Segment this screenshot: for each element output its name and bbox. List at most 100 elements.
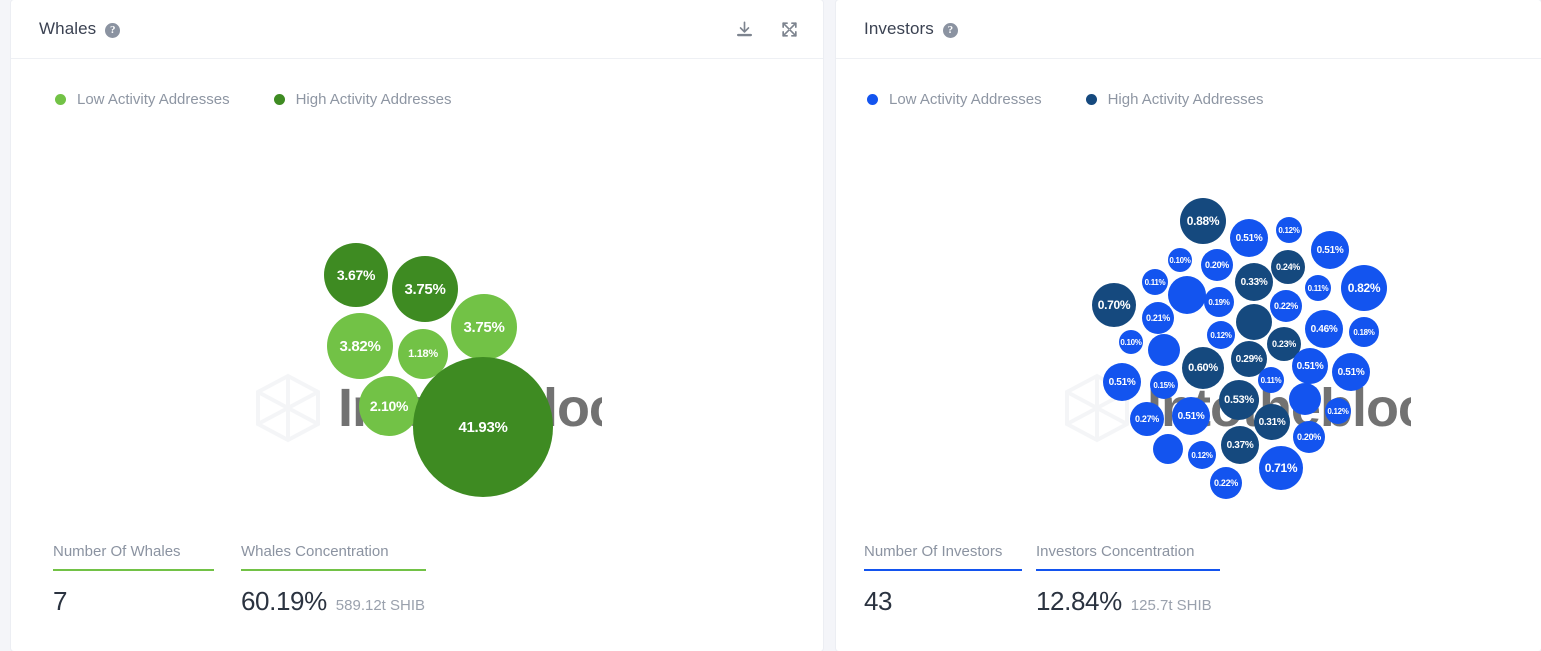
bubble[interactable]: 0.53% xyxy=(1219,380,1259,420)
bubble-label: 0.46% xyxy=(1310,323,1338,335)
bubble-label: 0.31% xyxy=(1258,416,1286,428)
bubble[interactable]: 0.19% xyxy=(1204,287,1234,317)
bubble[interactable]: 0.11% xyxy=(1305,275,1331,301)
bubble[interactable]: 0.21% xyxy=(1142,302,1174,334)
bubble[interactable] xyxy=(1289,383,1321,415)
bubble[interactable]: 0.88% xyxy=(1180,198,1226,244)
bubble-label: 0.11% xyxy=(1260,375,1282,385)
stat-number-of-whales: Number Of Whales 7 xyxy=(53,543,214,617)
bubble-label: 0.82% xyxy=(1347,281,1381,295)
bubble[interactable]: 0.12% xyxy=(1207,321,1235,349)
bubble-label: 0.10% xyxy=(1120,337,1142,347)
bubble[interactable]: 0.11% xyxy=(1258,367,1284,393)
bubble[interactable]: 0.51% xyxy=(1332,353,1370,391)
legend-item-low-activity[interactable]: Low Activity Addresses xyxy=(55,91,230,108)
stat-value-row: 12.84% 125.7t SHIB xyxy=(1036,571,1220,617)
stat-value-row: 7 xyxy=(53,571,214,617)
bubble[interactable]: 0.12% xyxy=(1188,441,1216,469)
bubble-label: 3.75% xyxy=(404,280,446,298)
legend-item-high-activity[interactable]: High Activity Addresses xyxy=(1085,91,1264,108)
bubble[interactable]: 0.51% xyxy=(1103,363,1141,401)
bubble[interactable]: 0.37% xyxy=(1221,426,1259,464)
stat-subvalue: 589.12t SHIB xyxy=(335,597,426,614)
bubble[interactable]: 0.51% xyxy=(1230,219,1268,257)
bubble[interactable]: 3.75% xyxy=(451,294,517,360)
bubble[interactable]: 0.33% xyxy=(1235,263,1273,301)
bubble-label: 0.51% xyxy=(1177,410,1205,422)
bubble[interactable]: 0.82% xyxy=(1341,265,1387,311)
legend-item-low-activity[interactable]: Low Activity Addresses xyxy=(867,91,1042,108)
stat-whales-concentration: Whales Concentration 60.19% 589.12t SHIB xyxy=(241,543,426,617)
whales-stats: Number Of Whales 7 Whales Concentration … xyxy=(53,543,823,617)
bubble[interactable]: 3.75% xyxy=(392,256,458,322)
bubble[interactable]: 0.51% xyxy=(1311,231,1349,269)
bubble[interactable]: 3.82% xyxy=(327,313,393,379)
bubble-label: 0.60% xyxy=(1188,362,1218,374)
legend-dot-low-activity xyxy=(55,94,66,105)
bubble[interactable]: 0.46% xyxy=(1305,310,1343,348)
bubble[interactable]: 0.27% xyxy=(1130,402,1164,436)
whales-panel: Whales ? Low Activity Addresses High Act… xyxy=(11,0,823,651)
investors-panel: Investors ? Low Activity Addresses High … xyxy=(836,0,1541,651)
investors-legend: Low Activity Addresses High Activity Add… xyxy=(836,59,1541,108)
bubble-label: 0.51% xyxy=(1296,360,1324,372)
bubble-label: 0.22% xyxy=(1273,301,1299,311)
bubble[interactable]: 0.24% xyxy=(1271,250,1305,284)
stat-value-row: 60.19% 589.12t SHIB xyxy=(241,571,426,617)
bubble-label: 1.18% xyxy=(408,348,438,360)
bubble-label: 0.33% xyxy=(1240,276,1268,288)
bubble-label: 0.12% xyxy=(1191,450,1213,460)
bubble[interactable] xyxy=(1168,276,1206,314)
bubble[interactable]: 0.70% xyxy=(1092,283,1136,327)
bubble[interactable]: 0.22% xyxy=(1210,467,1242,499)
bubble[interactable]: 0.12% xyxy=(1325,398,1351,424)
bubble-label: 41.93% xyxy=(458,418,508,436)
legend-dot-high-activity xyxy=(1085,94,1097,105)
bubble-label: 2.10% xyxy=(369,398,409,414)
bubble[interactable]: 0.12% xyxy=(1276,217,1302,243)
bubble[interactable] xyxy=(1153,434,1183,464)
download-icon[interactable] xyxy=(735,20,754,39)
stat-value-row: 43 xyxy=(864,571,1022,617)
bubble[interactable]: 3.67% xyxy=(324,243,388,307)
legend-label-high-activity: High Activity Addresses xyxy=(295,91,452,108)
legend-dot-low-activity xyxy=(867,94,878,105)
stat-value: 43 xyxy=(864,586,893,616)
legend-label-high-activity: High Activity Addresses xyxy=(1107,91,1264,108)
investors-stats: Number Of Investors 43 Investors Concent… xyxy=(864,543,1541,617)
bubble[interactable]: 0.22% xyxy=(1270,290,1302,322)
question-mark-icon[interactable]: ? xyxy=(105,22,121,38)
bubble[interactable]: 0.15% xyxy=(1150,371,1178,399)
stat-label: Number Of Whales xyxy=(53,543,181,560)
bubble[interactable]: 0.10% xyxy=(1119,330,1143,354)
whales-legend: Low Activity Addresses High Activity Add… xyxy=(11,59,823,108)
bubble-label: 0.18% xyxy=(1353,327,1375,337)
bubble[interactable] xyxy=(1148,334,1180,366)
stat-label: Investors Concentration xyxy=(1036,543,1195,560)
bubble[interactable]: 41.93% xyxy=(413,357,553,497)
bubble[interactable]: 0.60% xyxy=(1182,347,1224,389)
bubble[interactable]: 0.18% xyxy=(1349,317,1379,347)
bubble[interactable]: 0.51% xyxy=(1172,397,1210,435)
bubble[interactable]: 0.10% xyxy=(1168,248,1192,272)
bubble-label: 0.12% xyxy=(1278,225,1300,235)
question-mark-icon[interactable]: ? xyxy=(942,22,958,38)
bubble[interactable]: 0.11% xyxy=(1142,269,1168,295)
bubble[interactable]: 0.20% xyxy=(1201,249,1233,281)
stat-subvalue: 125.7t SHIB xyxy=(1130,597,1212,614)
bubble-label: 0.37% xyxy=(1226,439,1254,451)
bubble-label: 0.51% xyxy=(1316,244,1344,256)
bubble[interactable] xyxy=(1236,304,1272,340)
investors-bubble-chart: Intotheblock 0.88%0.51%0.12%0.51%0.10%0.… xyxy=(836,108,1541,538)
investors-panel-header: Investors ? xyxy=(836,0,1541,59)
bubble[interactable]: 0.71% xyxy=(1259,446,1303,490)
bubble[interactable]: 0.51% xyxy=(1292,348,1328,384)
bubble-label: 3.82% xyxy=(339,337,381,355)
bubble[interactable]: 0.31% xyxy=(1254,404,1290,440)
bubble[interactable]: 2.10% xyxy=(359,376,419,436)
legend-item-high-activity[interactable]: High Activity Addresses xyxy=(273,91,452,108)
bubble-label: 0.51% xyxy=(1235,232,1263,244)
bubble[interactable]: 0.20% xyxy=(1293,421,1325,453)
expand-icon[interactable] xyxy=(780,20,799,39)
bubble-label: 0.53% xyxy=(1224,394,1254,406)
